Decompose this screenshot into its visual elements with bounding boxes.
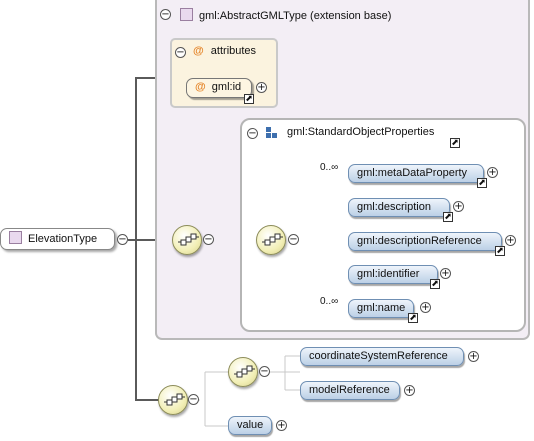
collapse-extension-icon[interactable]: −	[160, 9, 171, 20]
collapse-choice-icon[interactable]: −	[259, 366, 270, 377]
at-icon: @	[193, 45, 204, 57]
expand-icon[interactable]: +	[487, 167, 498, 178]
external-link-icon[interactable]: ⬈	[443, 212, 453, 222]
element-description[interactable]: gml:description	[348, 198, 450, 217]
sequence-compositor[interactable]	[172, 225, 202, 255]
attribute-label: gml:id	[211, 81, 242, 93]
compositor-icon	[178, 233, 199, 246]
element-identifier[interactable]: gml:identifier	[348, 265, 438, 284]
expand-icon[interactable]: +	[420, 302, 431, 313]
extension-header-label: gml:AbstractGMLType (extension base)	[199, 10, 392, 22]
expand-icon[interactable]: +	[468, 351, 479, 362]
element-label: gml:name	[357, 302, 406, 314]
compositor-icon	[262, 233, 283, 246]
external-link-icon[interactable]: ⬈	[244, 94, 254, 104]
collapse-sequence-icon[interactable]: −	[188, 394, 199, 405]
collapse-sequence-icon[interactable]: −	[203, 234, 214, 245]
expand-icon[interactable]: +	[256, 82, 267, 93]
element-label: gml:identifier	[357, 268, 420, 280]
collapse-attributes-icon[interactable]: −	[175, 47, 186, 58]
expand-icon[interactable]: +	[505, 235, 516, 246]
multiplicity-label: 0..∞	[320, 162, 339, 173]
extension-header: gml:AbstractGMLType (extension base)	[180, 8, 391, 22]
collapse-group-icon[interactable]: −	[247, 128, 258, 139]
attribute-gml-id[interactable]: @ gml:id	[186, 78, 252, 98]
complex-type-icon	[180, 8, 193, 21]
element-label: modelReference	[309, 384, 390, 396]
element-modelreference[interactable]: modelReference	[300, 381, 400, 400]
root-label: ElevationType	[28, 233, 98, 245]
root-type-box[interactable]: ElevationType	[0, 228, 115, 250]
external-link-icon[interactable]: ⬈	[430, 279, 440, 289]
attributes-header-label: attributes	[210, 45, 257, 57]
compositor-icon	[234, 365, 255, 378]
expand-icon[interactable]: +	[440, 268, 451, 279]
expand-icon[interactable]: +	[404, 385, 415, 396]
complex-type-icon	[9, 231, 22, 244]
attributes-header: @ attributes	[193, 45, 256, 57]
group-header-label: gml:StandardObjectProperties	[287, 126, 435, 138]
element-label: gml:descriptionReference	[357, 235, 482, 247]
external-link-icon[interactable]: ⬈	[477, 178, 487, 188]
choice-compositor[interactable]	[228, 357, 258, 387]
element-descriptionreference[interactable]: gml:descriptionReference	[348, 232, 502, 251]
external-link-icon[interactable]: ⬈	[495, 246, 505, 256]
element-coordinatesystemreference[interactable]: coordinateSystemReference	[300, 347, 464, 366]
collapse-root-icon[interactable]: −	[117, 234, 128, 245]
element-metadataproperty[interactable]: gml:metaDataProperty	[348, 164, 484, 183]
compositor-icon	[164, 393, 185, 406]
multiplicity-label: 0..∞	[320, 296, 339, 307]
at-icon: @	[195, 81, 206, 93]
external-link-icon[interactable]: ⬈	[408, 313, 418, 323]
expand-icon[interactable]: +	[453, 201, 464, 212]
element-label: value	[237, 419, 264, 431]
element-value[interactable]: value	[228, 416, 272, 435]
element-label: coordinateSystemReference	[309, 350, 448, 362]
element-label: gml:description	[357, 201, 431, 213]
group-sequence-compositor[interactable]	[256, 225, 286, 255]
expand-icon[interactable]: +	[276, 420, 287, 431]
collapse-group-sequence-icon[interactable]: −	[288, 234, 299, 245]
group-icon	[266, 127, 278, 139]
element-name[interactable]: gml:name	[348, 299, 414, 318]
external-link-icon[interactable]: ⬈	[450, 138, 460, 148]
sequence-compositor[interactable]	[158, 385, 188, 415]
element-label: gml:metaDataProperty	[357, 167, 468, 179]
